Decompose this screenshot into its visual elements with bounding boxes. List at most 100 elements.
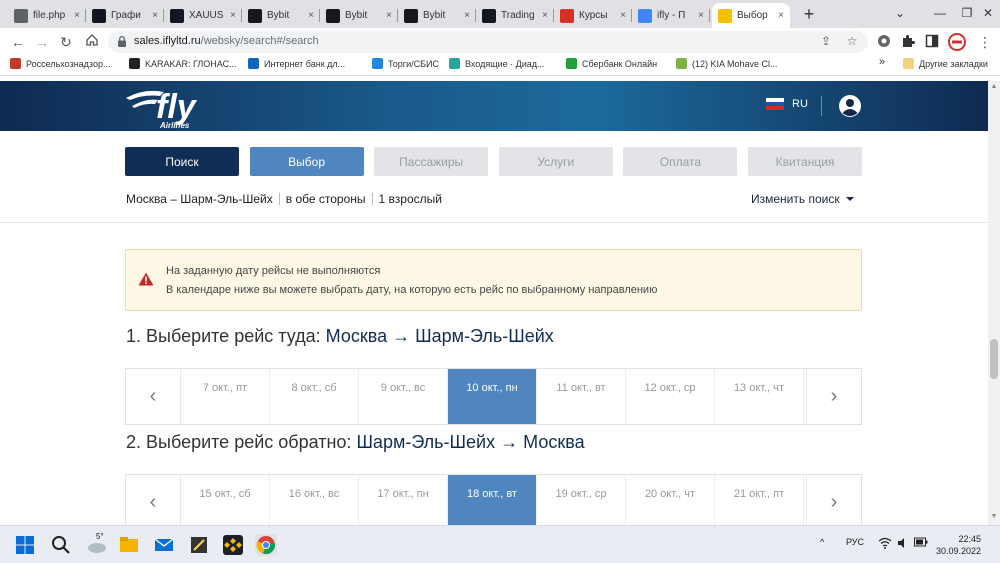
home-icon[interactable] <box>82 32 102 52</box>
back-icon[interactable]: ← <box>8 32 28 52</box>
bookmark-favicon-icon <box>129 58 140 69</box>
extension-icon[interactable] <box>876 33 892 49</box>
menu-icon[interactable]: ⋮ <box>975 32 995 52</box>
windows-start-icon[interactable] <box>14 534 36 556</box>
reload-icon[interactable]: ↻ <box>56 32 76 52</box>
browser-tab[interactable]: Графи × <box>86 3 164 28</box>
ifly-logo[interactable]: fly Airlines <box>124 86 224 133</box>
volume-icon[interactable] <box>897 537 909 551</box>
change-search-button[interactable]: Изменить поиск <box>751 192 854 206</box>
bookmarks-more-button[interactable]: » <box>879 56 885 68</box>
browser-tab-strip: file.php × Графи × XAUUS × Bybit × Bybit × Bybit × T… <box>0 0 1000 28</box>
step-2[interactable]: Выбор <box>249 147 364 176</box>
step-1[interactable]: Поиск <box>125 147 239 176</box>
close-tab-icon[interactable]: × <box>308 10 314 21</box>
close-tab-icon[interactable]: × <box>464 10 470 21</box>
date-option[interactable]: 8 окт., сб <box>270 369 359 424</box>
date-option[interactable]: 17 окт., пн <box>359 475 448 525</box>
date-option[interactable]: 18 окт., вт <box>448 475 537 525</box>
scroll-down-icon[interactable]: ▼ <box>990 513 998 520</box>
close-tab-icon[interactable]: × <box>386 10 392 21</box>
app-icon[interactable] <box>188 534 210 556</box>
bookmark-item[interactable]: Торги/СБИС <box>372 58 439 69</box>
language-selector[interactable]: RU <box>766 98 808 110</box>
browser-tab[interactable]: ifly - П × <box>632 3 710 28</box>
scroll-up-icon[interactable]: ▲ <box>990 83 998 90</box>
return-date-picker: ‹ › 15 окт., сб 16 окт., вс 17 окт., пн 18 … <box>125 474 862 530</box>
file-explorer-icon[interactable] <box>118 534 140 556</box>
date-option[interactable]: 19 окт., ср <box>537 475 626 525</box>
next-dates-icon[interactable]: › <box>806 475 861 530</box>
new-tab-button[interactable]: + <box>798 3 820 25</box>
tradingview-icon <box>92 8 106 23</box>
ifly-favicon <box>718 8 732 23</box>
trip-type-text: в обе стороны <box>285 192 366 206</box>
tab-title: ifly - П <box>657 10 686 21</box>
tray-overflow-icon[interactable]: ^ <box>820 537 824 547</box>
browser-tab[interactable]: Bybit × <box>320 3 398 28</box>
close-tab-icon[interactable]: × <box>698 10 704 21</box>
extensions-puzzle-icon[interactable] <box>900 33 916 49</box>
folder-icon <box>903 58 914 69</box>
date-option[interactable]: 13 окт., чт <box>715 369 804 424</box>
bookmark-item[interactable]: Входящие · Диад... <box>449 58 545 69</box>
date-option[interactable]: 21 окт., пт <box>715 475 804 525</box>
chrome-icon[interactable] <box>255 534 277 556</box>
scrollbar-thumb[interactable] <box>990 339 998 379</box>
close-tab-icon[interactable]: × <box>230 10 236 21</box>
tab-search-icon[interactable]: ⌄ <box>880 0 920 28</box>
date-option[interactable]: 7 окт., пт <box>181 369 270 424</box>
date-option[interactable]: 16 окт., вс <box>270 475 359 525</box>
browser-tab[interactable]: file.php × <box>8 3 86 28</box>
search-icon[interactable] <box>50 534 72 556</box>
mail-icon[interactable] <box>153 534 175 556</box>
date-option[interactable]: 15 окт., сб <box>181 475 270 525</box>
binance-icon[interactable] <box>222 534 244 556</box>
browser-tab[interactable]: Bybit × <box>398 3 476 28</box>
browser-tab[interactable]: XAUUS × <box>164 3 242 28</box>
other-bookmarks[interactable]: Другие закладки <box>903 58 988 69</box>
outbound-date-picker: ‹ › 7 окт., пт 8 окт., сб 9 окт., вс 10 окт… <box>125 368 862 425</box>
header-divider <box>821 96 822 116</box>
system-clock[interactable]: 22:45 30.09.2022 <box>936 533 981 557</box>
input-language[interactable]: РУС <box>846 537 864 547</box>
close-tab-icon[interactable]: × <box>152 10 158 21</box>
close-tab-icon[interactable]: × <box>542 10 548 21</box>
page-scrollbar[interactable]: ▲ ▼ <box>988 81 1000 525</box>
bookmark-item[interactable]: Сбербанк Онлайн <box>566 58 657 69</box>
bookmark-item[interactable]: (12) KIA Mohave Cl... <box>676 58 778 69</box>
weather-icon[interactable]: 5° <box>86 532 108 556</box>
bookmark-item[interactable]: Интернет банк дл... <box>248 58 345 69</box>
share-icon[interactable]: ⇪ <box>818 34 834 50</box>
account-icon[interactable] <box>838 94 862 118</box>
next-dates-icon[interactable]: › <box>806 369 861 424</box>
bookmark-item[interactable]: Россельхознадзор... <box>10 58 110 69</box>
alert-line-1: На заданную дату рейсы не выполняются <box>166 265 381 277</box>
prev-dates-icon[interactable]: ‹ <box>126 369 181 424</box>
close-tab-icon[interactable]: × <box>74 10 80 21</box>
forward-icon[interactable]: → <box>32 32 52 52</box>
battery-icon[interactable] <box>914 537 928 549</box>
date-option[interactable]: 9 окт., вс <box>359 369 448 424</box>
wifi-icon[interactable] <box>878 537 892 551</box>
address-bar[interactable]: sales.iflyltd.ru/websky/search#/search ⇪… <box>108 31 868 53</box>
browser-tab[interactable]: Выбор × <box>712 3 790 28</box>
browser-tab[interactable]: Bybit × <box>242 3 320 28</box>
close-tab-icon[interactable]: × <box>620 10 626 21</box>
date-option[interactable]: 12 окт., ср <box>626 369 715 424</box>
profile-avatar[interactable] <box>948 33 966 51</box>
bookmark-favicon-icon <box>248 58 259 69</box>
lock-icon <box>118 35 126 47</box>
date-option[interactable]: 11 окт., вт <box>537 369 626 424</box>
date-option[interactable]: 20 окт., чт <box>626 475 715 525</box>
close-window-icon[interactable]: ✕ <box>968 0 1000 28</box>
browser-tab[interactable]: Trading × <box>476 3 554 28</box>
bookmark-star-icon[interactable]: ☆ <box>844 34 860 50</box>
date-option[interactable]: 10 окт., пн <box>448 369 537 424</box>
browser-toolbar: ← → ↻ sales.iflyltd.ru/websky/search#/se… <box>0 28 1000 55</box>
browser-tab[interactable]: Курсы × <box>554 3 632 28</box>
side-panel-icon[interactable] <box>924 33 940 49</box>
bookmark-item[interactable]: KARAKAR: ГЛОНАС... <box>129 58 237 69</box>
close-tab-icon[interactable]: × <box>778 10 784 21</box>
prev-dates-icon[interactable]: ‹ <box>126 475 181 530</box>
